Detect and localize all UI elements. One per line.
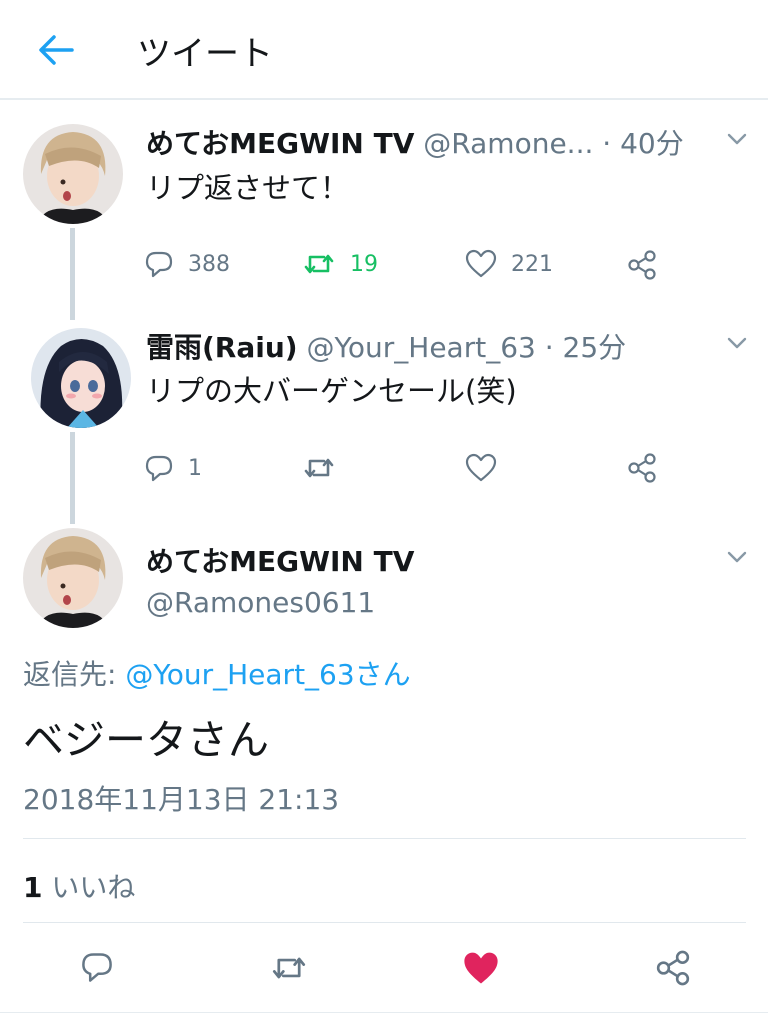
likes-count: 1 xyxy=(23,871,43,904)
bottom-divider xyxy=(0,1012,768,1013)
thread-connector xyxy=(70,228,75,320)
reply-count: 388 xyxy=(188,251,230,277)
back-button[interactable] xyxy=(36,30,76,70)
tweet-timestamp: 2018年11月13日 21:13 xyxy=(23,783,340,816)
like-count: 221 xyxy=(511,251,553,277)
reply-count: 1 xyxy=(188,455,202,481)
divider xyxy=(23,922,746,923)
heart-filled-icon xyxy=(464,952,498,984)
chevron-down-icon xyxy=(727,337,747,349)
retweet-icon xyxy=(304,254,334,274)
reply-to-link[interactable]: @Your_Heart_63さん xyxy=(125,658,410,691)
heart-icon xyxy=(465,249,497,278)
retweet-count: 19 xyxy=(350,251,378,277)
top-bar: ツイート xyxy=(0,0,768,100)
handle[interactable]: @Ramones0611 xyxy=(146,586,375,619)
reply-icon xyxy=(145,251,173,278)
retweet-icon xyxy=(272,957,306,979)
chevron-down-icon xyxy=(727,133,747,145)
display-name[interactable]: めておMEGWIN TV xyxy=(146,127,414,160)
heart-icon xyxy=(465,453,497,482)
handle[interactable]: @Your_Heart_63 xyxy=(307,331,536,364)
like-button[interactable] xyxy=(465,453,497,483)
avatar[interactable] xyxy=(23,124,123,224)
likes-summary[interactable]: 1 いいね xyxy=(23,866,135,906)
retweet-icon xyxy=(304,458,334,478)
tweet-header: 雷雨(Raiu) @Your_Heart_63 · 25分 xyxy=(146,326,626,366)
page-title: ツイート xyxy=(137,34,273,74)
retweet-button[interactable]: 19 xyxy=(302,249,378,279)
retweet-button[interactable] xyxy=(302,453,336,483)
tweet-menu-button[interactable] xyxy=(724,544,750,570)
tweet-menu-button[interactable] xyxy=(724,126,750,152)
tweet-time: · 25分 xyxy=(544,331,627,364)
tweet-text: ベジータさん xyxy=(23,716,269,764)
reply-context: 返信先: @Your_Heart_63さん xyxy=(23,653,411,693)
display-name[interactable]: めておMEGWIN TV xyxy=(146,540,414,580)
like-button[interactable] xyxy=(462,950,500,986)
tweet-header: めておMEGWIN TV @Ramone... · 40分 xyxy=(146,122,684,162)
reply-button[interactable]: 388 xyxy=(144,249,230,279)
tweet-menu-button[interactable] xyxy=(724,330,750,356)
reply-button[interactable]: 1 xyxy=(144,453,202,483)
handle[interactable]: @Ramone... xyxy=(423,127,593,160)
reply-icon xyxy=(82,953,112,982)
like-button[interactable]: 221 xyxy=(465,249,553,279)
arrow-left-icon xyxy=(39,35,74,65)
tweet-text: リプの大バーゲンセール(笑) xyxy=(146,374,517,408)
share-button[interactable] xyxy=(626,249,658,281)
likes-label: いいね xyxy=(51,871,136,904)
tweet-text: リプ返させて！ xyxy=(146,171,350,205)
chevron-down-icon xyxy=(727,551,747,563)
thread-connector xyxy=(70,432,75,524)
share-icon xyxy=(628,250,656,280)
share-button[interactable] xyxy=(654,949,692,987)
reply-icon xyxy=(145,455,173,482)
retweet-button[interactable] xyxy=(269,951,309,985)
display-name[interactable]: 雷雨(Raiu) xyxy=(146,331,298,364)
divider xyxy=(23,838,746,839)
reply-to-prefix: 返信先: xyxy=(23,658,126,691)
avatar[interactable] xyxy=(23,528,123,628)
avatar[interactable] xyxy=(31,328,131,428)
tweet-time: · 40分 xyxy=(602,127,684,160)
share-icon xyxy=(628,453,656,483)
reply-button[interactable] xyxy=(80,950,114,984)
share-icon xyxy=(656,950,690,986)
share-button[interactable] xyxy=(626,452,658,484)
